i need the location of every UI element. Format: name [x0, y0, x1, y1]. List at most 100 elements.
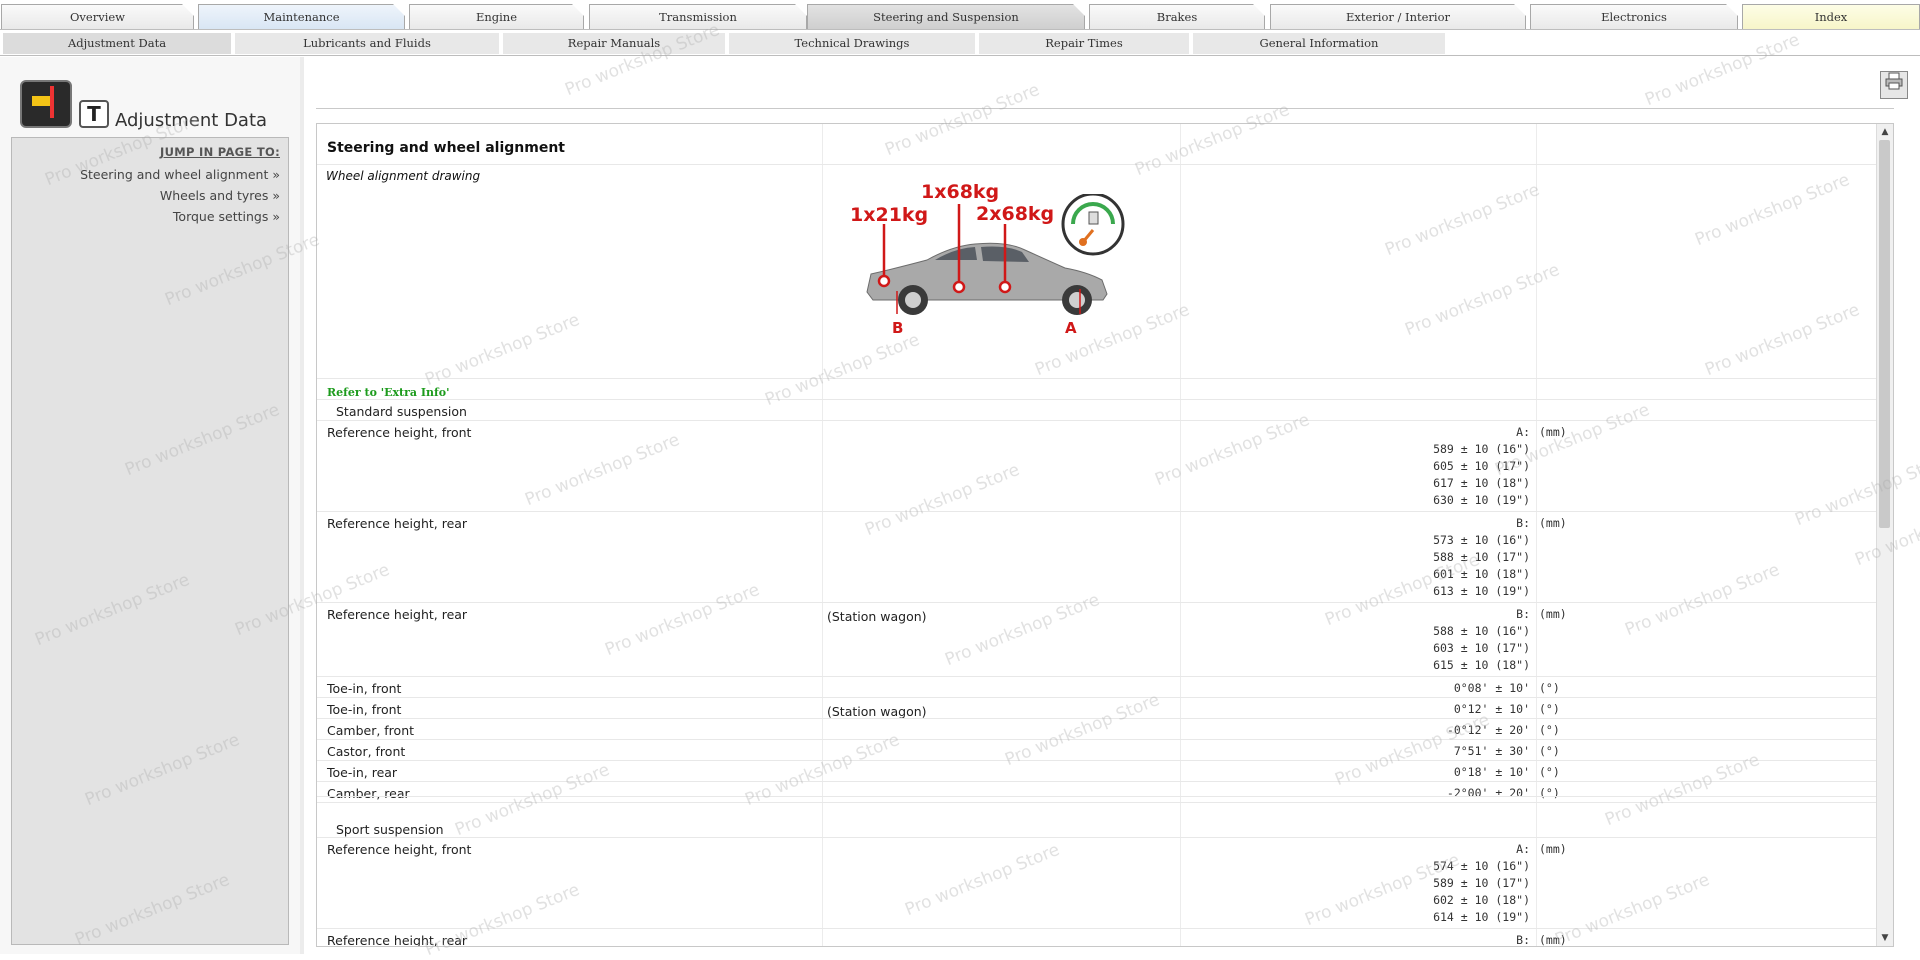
row-divider — [317, 739, 1877, 740]
content-divider — [316, 108, 1894, 109]
subtab-repair-times[interactable]: Repair Times — [979, 33, 1189, 54]
row-label: Toe-in, front — [327, 702, 402, 717]
section-title: Steering and wheel alignment — [327, 140, 565, 156]
subtab-repair-manuals[interactable]: Repair Manuals — [503, 33, 725, 54]
group-sport-suspension: Sport suspension — [336, 822, 444, 837]
extra-info-link[interactable]: Refer to 'Extra Info' — [327, 386, 449, 399]
sidebar-divider — [300, 57, 304, 954]
tab-index[interactable]: Index — [1742, 4, 1920, 29]
sidebar-title: Adjustment Data — [115, 110, 268, 131]
row-label: Toe-in, rear — [327, 765, 398, 780]
row-value: 588 ± 10 (16") — [1433, 624, 1530, 638]
tab-brakes[interactable]: Brakes — [1089, 4, 1265, 29]
row-value: -0°12' ± 20' — [1446, 723, 1530, 737]
wheel-alignment-drawing: 1x21kg 1x68kg 2x68kg B A — [850, 181, 1137, 339]
row-note: (Station wagon) — [827, 704, 927, 719]
main-tab-bar: Overview Maintenance Engine Transmission… — [0, 0, 1920, 30]
row-unit: (°) — [1539, 681, 1560, 695]
content-scrollbar[interactable]: ▲ ▼ — [1876, 124, 1893, 946]
tab-overview[interactable]: Overview — [1, 4, 194, 29]
row-divider — [317, 676, 1877, 677]
row-unit: (°) — [1539, 786, 1560, 800]
jump-title: JUMP IN PAGE TO: — [160, 145, 280, 159]
row-divider — [317, 511, 1877, 512]
row-value: 0°08' ± 10' — [1453, 681, 1530, 695]
row-label: Reference height, rear — [327, 933, 468, 947]
row-note: (Station wagon) — [827, 609, 927, 624]
row-code: A: — [1516, 425, 1530, 439]
row-value: 615 ± 10 (18") — [1433, 658, 1530, 672]
row-unit: (mm) — [1539, 607, 1567, 621]
row-unit: (°) — [1539, 702, 1560, 716]
row-value: 0°12' ± 10' — [1453, 702, 1530, 716]
row-value: 617 ± 10 (18") — [1433, 476, 1530, 490]
scroll-up-icon[interactable]: ▲ — [1877, 124, 1893, 140]
content-panel: Steering and wheel alignment Wheel align… — [316, 123, 1894, 947]
row-unit: (°) — [1539, 744, 1560, 758]
row-label: Reference height, front — [327, 425, 472, 440]
row-value: 588 ± 10 (17") — [1433, 550, 1530, 564]
row-divider — [317, 697, 1877, 698]
marker-a: A — [1065, 319, 1077, 337]
row-unit: (°) — [1539, 765, 1560, 779]
jump-panel: JUMP IN PAGE TO: Steering and wheel alig… — [11, 137, 289, 945]
tab-electronics[interactable]: Electronics — [1530, 4, 1738, 29]
tool-logo-icon: T — [79, 100, 109, 128]
printer-icon — [1885, 72, 1903, 90]
row-value: 574 ± 10 (16") — [1433, 859, 1530, 873]
row-unit: (mm) — [1539, 516, 1567, 530]
row-unit: (°) — [1539, 723, 1560, 737]
subtab-adjustment-data[interactable]: Adjustment Data — [3, 33, 231, 54]
row-code: B: — [1516, 933, 1530, 947]
row-divider — [317, 602, 1877, 603]
tab-exterior-interior[interactable]: Exterior / Interior — [1270, 4, 1526, 29]
row-value: 602 ± 10 (18") — [1433, 893, 1530, 907]
tab-steering-and-suspension[interactable]: Steering and Suspension — [807, 4, 1085, 29]
subtab-general-information[interactable]: General Information — [1193, 33, 1445, 54]
subtab-lubricants-and-fluids[interactable]: Lubricants and Fluids — [235, 33, 499, 54]
row-value: 601 ± 10 (18") — [1433, 567, 1530, 581]
row-divider — [317, 760, 1877, 761]
row-value: 589 ± 10 (17") — [1433, 876, 1530, 890]
jump-link-torque[interactable]: Torque settings » — [173, 209, 280, 224]
row-unit: (mm) — [1539, 933, 1567, 947]
row-value: 7°51' ± 30' — [1453, 744, 1530, 758]
row-code: B: — [1516, 516, 1530, 530]
row-label: Castor, front — [327, 744, 406, 759]
adjustment-data-logo-icon — [20, 80, 72, 128]
drawing-label: Wheel alignment drawing — [326, 169, 481, 183]
row-divider — [317, 781, 1877, 782]
row-value: 630 ± 10 (19") — [1433, 493, 1530, 507]
row-label: Reference height, rear — [327, 607, 468, 622]
tab-engine[interactable]: Engine — [409, 4, 584, 29]
row-divider — [317, 802, 1877, 803]
row-label: Toe-in, front — [327, 681, 402, 696]
group-standard-suspension: Standard suspension — [336, 404, 467, 419]
row-unit: (mm) — [1539, 425, 1567, 439]
row-code: B: — [1516, 607, 1530, 621]
subtab-technical-drawings[interactable]: Technical Drawings — [729, 33, 975, 54]
row-value: 614 ± 10 (19") — [1433, 910, 1530, 924]
row-divider — [317, 718, 1877, 719]
marker-b: B — [892, 319, 904, 337]
row-value: -2°00' ± 20' — [1446, 786, 1530, 800]
row-label: Camber, rear — [327, 786, 410, 801]
row-value: 603 ± 10 (17") — [1433, 641, 1530, 655]
load-label-2: 1x68kg — [921, 181, 1000, 203]
scroll-thumb[interactable] — [1879, 140, 1890, 528]
scroll-down-icon[interactable]: ▼ — [1877, 930, 1893, 946]
load-label-3: 2x68kg — [976, 203, 1055, 225]
row-value: 573 ± 10 (16") — [1433, 533, 1530, 547]
row-divider — [317, 928, 1877, 929]
row-value: 613 ± 10 (19") — [1433, 584, 1530, 598]
jump-link-wheels[interactable]: Wheels and tyres » — [160, 188, 280, 203]
jump-link-steering[interactable]: Steering and wheel alignment » — [80, 167, 280, 182]
row-label: Reference height, rear — [327, 516, 468, 531]
tab-transmission[interactable]: Transmission — [589, 4, 807, 29]
print-button[interactable] — [1880, 71, 1908, 99]
sub-tab-bar: Adjustment Data Lubricants and Fluids Re… — [0, 29, 1920, 56]
row-code: A: — [1516, 842, 1530, 856]
tab-maintenance[interactable]: Maintenance — [198, 4, 405, 29]
row-value: 589 ± 10 (16") — [1433, 442, 1530, 456]
row-value: 605 ± 10 (17") — [1433, 459, 1530, 473]
